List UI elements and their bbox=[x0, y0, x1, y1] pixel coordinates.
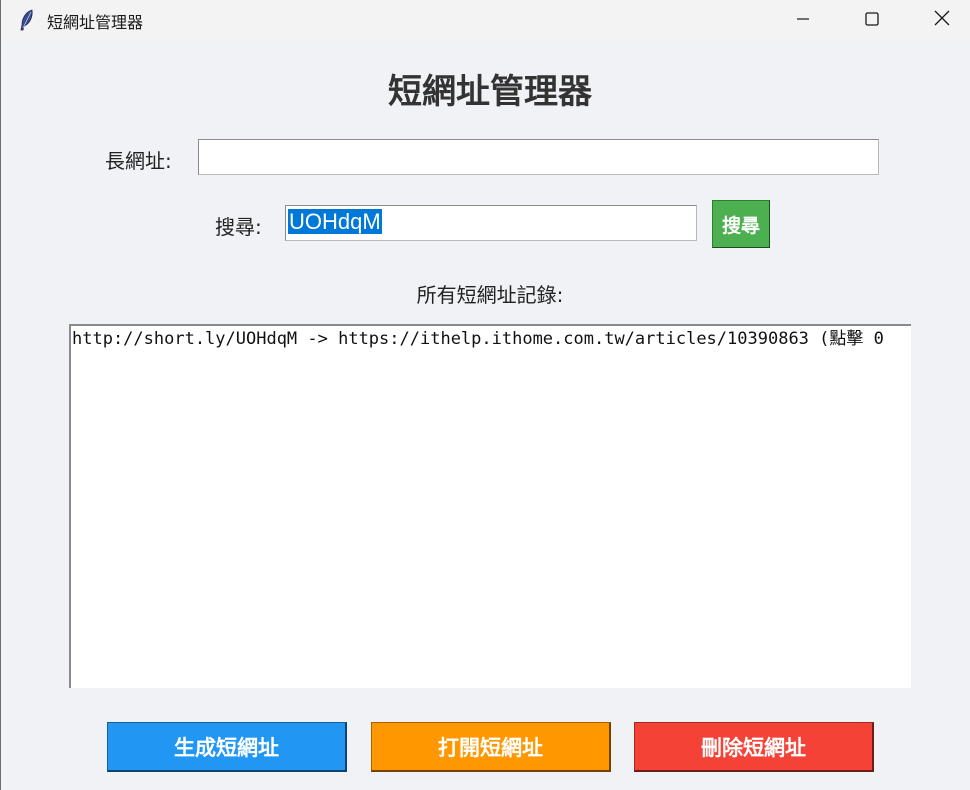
search-input-value: UOHdqM bbox=[288, 209, 382, 234]
title-bar[interactable]: 短網址管理器 bbox=[1, 0, 970, 40]
minimize-button[interactable] bbox=[780, 0, 826, 40]
window-title: 短網址管理器 bbox=[47, 13, 144, 32]
close-button[interactable] bbox=[919, 0, 965, 40]
maximize-icon bbox=[865, 11, 879, 30]
search-input[interactable]: UOHdqM bbox=[285, 205, 697, 241]
open-short-url-button[interactable]: 打開短網址 bbox=[371, 722, 611, 772]
close-icon bbox=[934, 10, 950, 30]
page-title: 短網址管理器 bbox=[388, 72, 592, 112]
delete-short-url-button[interactable]: 刪除短網址 bbox=[634, 722, 874, 772]
long-url-label: 長網址: bbox=[105, 149, 172, 173]
search-button[interactable]: 搜尋 bbox=[712, 200, 770, 248]
long-url-input[interactable] bbox=[198, 139, 879, 175]
maximize-button[interactable] bbox=[849, 0, 895, 40]
generate-short-url-button[interactable]: 生成短網址 bbox=[107, 722, 347, 772]
feather-icon bbox=[19, 9, 35, 31]
minimize-icon bbox=[796, 11, 810, 30]
search-label: 搜尋: bbox=[215, 215, 262, 239]
records-listbox[interactable]: http://short.ly/UOHdqM -> https://ithelp… bbox=[69, 324, 911, 688]
app-window: 短網址管理器 短網址管理器 長網址: 搜尋: UOHdqM 搜尋 所有短網址記錄… bbox=[0, 0, 970, 790]
records-label: 所有短網址記錄: bbox=[416, 283, 564, 307]
list-item[interactable]: http://short.ly/UOHdqM -> https://ithelp… bbox=[71, 326, 911, 352]
